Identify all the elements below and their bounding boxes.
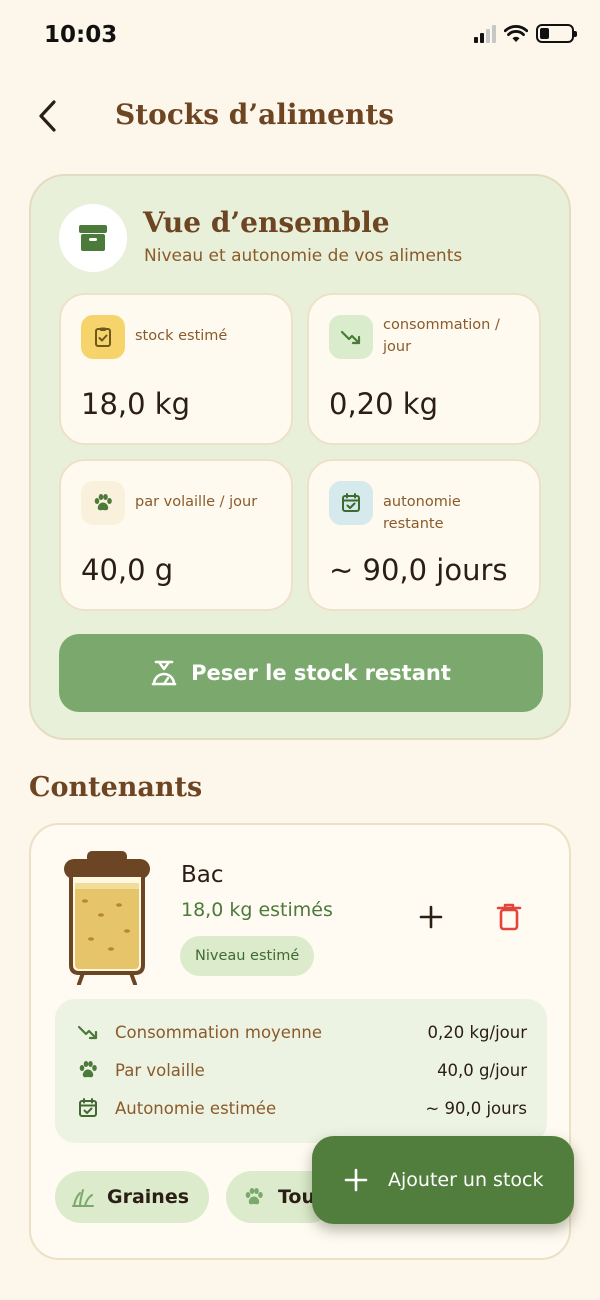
fab-label: Ajouter un stock — [388, 1169, 544, 1191]
metric-label: Consommation moyenne — [115, 1022, 323, 1042]
paw-icon — [94, 494, 112, 511]
calendar-check-icon — [342, 493, 360, 512]
stat-icon-bg — [81, 315, 125, 359]
level-badge: Niveau estimé — [180, 936, 315, 976]
archive-box-icon — [79, 225, 107, 251]
chevron-left-icon — [39, 100, 56, 132]
stat-card-consumption: consommation / jour 0,20 kg — [307, 293, 541, 445]
stat-icon-bg — [329, 481, 373, 525]
stat-label: autonomie restante — [383, 494, 461, 532]
stat-card-per-bird: par volaille / jour 40,0 g — [59, 459, 293, 611]
chip-label: Graines — [107, 1186, 190, 1208]
battery-icon — [536, 24, 577, 43]
chip-label: Tou — [278, 1186, 316, 1208]
metric-row-autonomy: Autonomie estimée ~ 90,0 jours — [75, 1093, 527, 1123]
metric-value: 40,0 g/jour — [437, 1060, 527, 1080]
metric-value: ~ 90,0 jours — [425, 1098, 527, 1118]
weigh-stock-button[interactable]: Peser le stock restant — [59, 634, 543, 712]
signal-icon — [474, 24, 496, 43]
back-button[interactable] — [30, 96, 64, 136]
container-metrics: Consommation moyenne 0,20 kg/jour Par vo… — [55, 999, 547, 1143]
stat-value: 40,0 g — [81, 553, 174, 587]
delete-container-button[interactable] — [491, 899, 527, 935]
add-stock-fab[interactable]: Ajouter un stock — [312, 1136, 574, 1224]
container-amount: 18,0 kg estimés — [181, 899, 333, 921]
stat-label: stock estimé — [135, 328, 228, 344]
stat-icon-bg — [81, 481, 125, 525]
trending-down-icon — [340, 330, 361, 345]
weigh-stock-label: Peser le stock restant — [191, 661, 451, 685]
calendar-check-icon — [75, 1095, 101, 1121]
stat-label: par volaille / jour — [135, 494, 258, 510]
metric-label: Autonomie estimée — [115, 1098, 277, 1118]
page-title: Stocks d’aliments — [115, 98, 395, 131]
stat-value: 18,0 kg — [81, 387, 190, 421]
paw-icon — [75, 1057, 101, 1083]
grass-icon — [72, 1189, 94, 1207]
stat-value: 0,20 kg — [329, 387, 438, 421]
paw-icon — [245, 1188, 263, 1205]
feed-jar-illustration — [64, 851, 150, 985]
status-time: 10:03 — [44, 22, 118, 48]
plus-icon — [344, 1168, 368, 1192]
trending-down-icon — [75, 1019, 101, 1045]
scale-icon — [151, 660, 177, 686]
metric-value: 0,20 kg/jour — [427, 1022, 528, 1042]
stat-icon-bg — [329, 315, 373, 359]
wifi-icon — [504, 24, 528, 42]
plus-icon — [419, 905, 443, 929]
add-stock-button[interactable] — [413, 899, 449, 935]
status-bar: 10:03 — [0, 0, 600, 70]
overview-title: Vue d’ensemble — [143, 206, 390, 239]
metric-label: Par volaille — [115, 1060, 205, 1080]
overview-card: Vue d’ensemble Niveau et autonomie de vo… — [29, 174, 571, 740]
chip-graines[interactable]: Graines — [55, 1171, 210, 1223]
stat-card-autonomy: autonomie restante ~ 90,0 jours — [307, 459, 541, 611]
metric-row-consumption: Consommation moyenne 0,20 kg/jour — [75, 1017, 527, 1047]
stat-value: ~ 90,0 jours — [329, 553, 508, 587]
overview-subtitle: Niveau et autonomie de vos aliments — [144, 246, 463, 266]
section-title-containers: Contenants — [29, 772, 203, 803]
stat-label: consommation / jour — [383, 317, 500, 355]
status-icons — [474, 24, 577, 43]
overview-icon-circle — [59, 204, 127, 272]
stat-card-stock: stock estimé 18,0 kg — [59, 293, 293, 445]
trash-icon — [496, 903, 522, 931]
metric-row-per-bird: Par volaille 40,0 g/jour — [75, 1055, 527, 1085]
clipboard-check-icon — [95, 327, 111, 347]
container-name: Bac — [181, 862, 224, 888]
